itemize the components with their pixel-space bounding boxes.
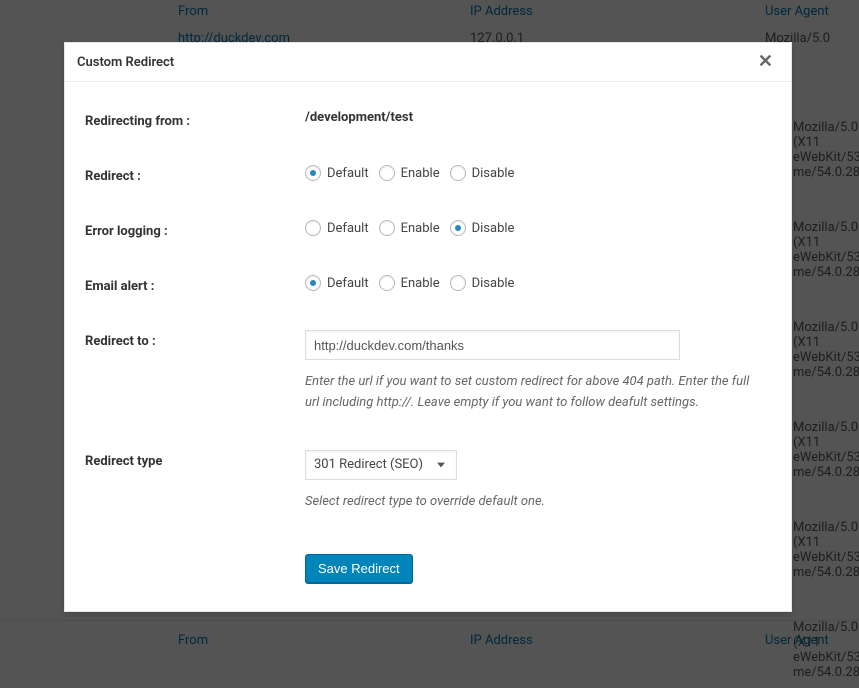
radio-label: Default xyxy=(327,276,369,291)
label-redirect: Redirect : xyxy=(85,165,305,184)
errorlog-disable-option[interactable]: Disable xyxy=(450,220,515,236)
radio-label: Disable xyxy=(472,276,515,291)
redirect-type-selected: 301 Redirect (SEO) xyxy=(314,457,423,472)
label-error-logging: Error logging : xyxy=(85,220,305,239)
custom-redirect-modal: Custom Redirect ✕ Redirecting from : /de… xyxy=(64,42,792,612)
emailalert-default-option[interactable]: Default xyxy=(305,275,369,291)
radio-label: Default xyxy=(327,221,369,236)
radio-icon xyxy=(305,165,321,181)
modal-header: Custom Redirect ✕ xyxy=(65,43,791,82)
close-icon[interactable]: ✕ xyxy=(752,51,779,73)
redirect-to-help: Enter the url if you want to set custom … xyxy=(305,372,765,414)
label-email-alert: Email alert : xyxy=(85,275,305,294)
save-redirect-button[interactable]: Save Redirect xyxy=(305,554,413,583)
redirect-radio-group: Default Enable Disable xyxy=(305,165,771,181)
redirect-default-option[interactable]: Default xyxy=(305,165,369,181)
radio-label: Disable xyxy=(472,221,515,236)
radio-label: Enable xyxy=(401,221,440,236)
redirect-type-select[interactable]: 301 Redirect (SEO) xyxy=(305,450,457,480)
radio-icon xyxy=(379,275,395,291)
radio-icon xyxy=(379,220,395,236)
email-alert-radio-group: Default Enable Disable xyxy=(305,275,771,291)
radio-label: Enable xyxy=(401,276,440,291)
emailalert-disable-option[interactable]: Disable xyxy=(450,275,515,291)
label-redirect-type: Redirect type xyxy=(85,450,305,469)
label-redirect-to: Redirect to : xyxy=(85,330,305,349)
radio-icon xyxy=(305,275,321,291)
redirect-type-help: Select redirect type to override default… xyxy=(305,492,765,513)
emailalert-enable-option[interactable]: Enable xyxy=(379,275,440,291)
redirect-disable-option[interactable]: Disable xyxy=(450,165,515,181)
radio-label: Enable xyxy=(401,166,440,181)
radio-icon xyxy=(379,165,395,181)
redirect-enable-option[interactable]: Enable xyxy=(379,165,440,181)
redirecting-from-value: /development/test xyxy=(305,110,413,125)
radio-icon xyxy=(305,220,321,236)
radio-icon xyxy=(450,165,466,181)
errorlog-enable-option[interactable]: Enable xyxy=(379,220,440,236)
redirect-to-input[interactable] xyxy=(305,330,680,360)
modal-title: Custom Redirect xyxy=(77,55,174,70)
errorlog-default-option[interactable]: Default xyxy=(305,220,369,236)
chevron-down-icon xyxy=(432,456,450,474)
radio-label: Default xyxy=(327,166,369,181)
radio-label: Disable xyxy=(472,166,515,181)
error-logging-radio-group: Default Enable Disable xyxy=(305,220,771,236)
label-redirecting-from: Redirecting from : xyxy=(85,110,305,129)
radio-icon xyxy=(450,220,466,236)
radio-icon xyxy=(450,275,466,291)
